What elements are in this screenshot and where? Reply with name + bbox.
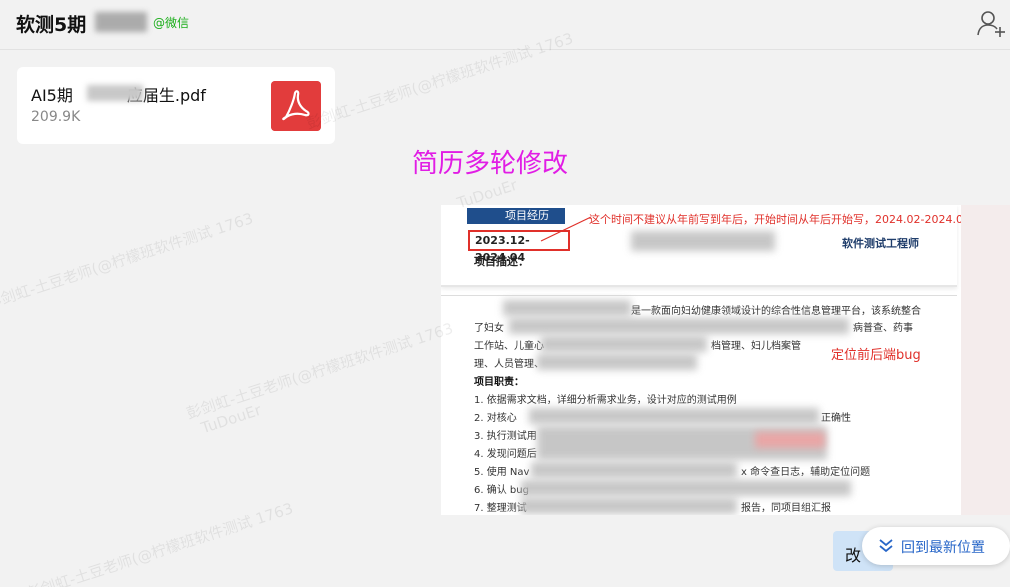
resume-header-section: 项目经历 这个时间不建议从年前写到年后，开始时间从年后开始写，2024.02-2… — [441, 205, 970, 287]
watermark: 彭剑虹-土豆老师(@柠檬班软件测试 1763 — [184, 319, 456, 423]
redacted-project-name — [631, 231, 775, 251]
add-person-icon[interactable] — [976, 8, 1006, 38]
redacted-filename — [87, 85, 143, 101]
redacted-text — [521, 498, 737, 514]
redacted-note — [755, 432, 825, 448]
redacted-text — [537, 354, 697, 370]
redacted-text — [509, 318, 849, 334]
desc-line-2-tail: 病普查、药事 — [853, 323, 913, 334]
resume-body-section: 是一款面向妇幼健康领域设计的综合性信息管理平台，该系统整合 了妇女 病普查、药事… — [441, 295, 957, 515]
watermark: 彭剑虹-土豆老师(@柠檬班软件测试 1763 — [0, 209, 256, 313]
role-title: 软件测试工程师 — [842, 237, 919, 250]
redacted-text — [541, 336, 707, 352]
duty-1: 1. 依据需求文档，详细分析需求业务，设计对应的测试用例 — [474, 395, 737, 406]
file-size: 209.9K — [31, 109, 81, 125]
desc-line-4: 理、人员管理、 — [474, 359, 544, 370]
duties-label: 项目职责： — [474, 377, 524, 388]
duty-7-tail: 报告，同项目组汇报 — [741, 503, 831, 514]
duty-7: 7. 整理测试 — [474, 503, 527, 514]
date-range-box: 2023.12-2024.04 — [468, 230, 570, 264]
pdf-icon — [271, 81, 321, 131]
wechat-source-tag: @微信 — [153, 16, 190, 30]
redacted-text — [531, 462, 737, 478]
redacted-text — [529, 408, 819, 424]
back-to-latest-button[interactable]: 回到最新位置 — [862, 527, 1010, 565]
duty-4: 4. 发现问题后 — [474, 449, 537, 460]
message-caption: 简历多轮修改 — [412, 149, 569, 179]
duty-5-start: 5. 使用 Nav — [474, 467, 530, 478]
redacted-text — [503, 300, 631, 316]
project-desc-label: 项目描述： — [474, 255, 529, 268]
redacted-title — [95, 12, 147, 32]
watermark-short: TuDouEr — [198, 400, 264, 438]
chat-title: 软测5期 — [16, 14, 87, 36]
file-message-card[interactable]: AI5期 应届生.pdf 209.9K — [17, 67, 335, 144]
desc-line-2-start: 了妇女 — [474, 323, 504, 334]
handwritten-note: 定位前后端bug — [831, 348, 921, 363]
back-to-latest-label: 回到最新位置 — [901, 540, 985, 556]
desc-line-1: 是一款面向妇幼健康领域设计的综合性信息管理平台，该系统整合 — [631, 306, 921, 317]
duty-3: 3. 执行测试用 — [474, 431, 537, 442]
redacted-text — [521, 480, 851, 496]
duty-2-tail: 正确性 — [821, 413, 851, 424]
desc-line-3-start: 工作站、儿童心 — [474, 341, 544, 352]
watermark: 彭剑虹-土豆老师(@柠檬班软件测试 1763 — [24, 499, 296, 587]
duty-2-start: 2. 对核心 — [474, 413, 517, 424]
image-edge — [961, 205, 1010, 515]
double-chevron-down-icon — [879, 539, 893, 553]
chat-header: 软测5期 @微信 — [0, 0, 1010, 50]
desc-line-3-tail: 档管理、妇儿档案管 — [711, 341, 801, 352]
annotation-text: 这个时间不建议从年前写到年后，开始时间从年后开始写，2024.02-2024.0… — [589, 213, 970, 226]
resume-image-message[interactable]: 项目经历 这个时间不建议从年前写到年后，开始时间从年后开始写，2024.02-2… — [441, 205, 1010, 515]
duty-5-tail: x 命令查日志，辅助定位问题 — [741, 467, 871, 478]
